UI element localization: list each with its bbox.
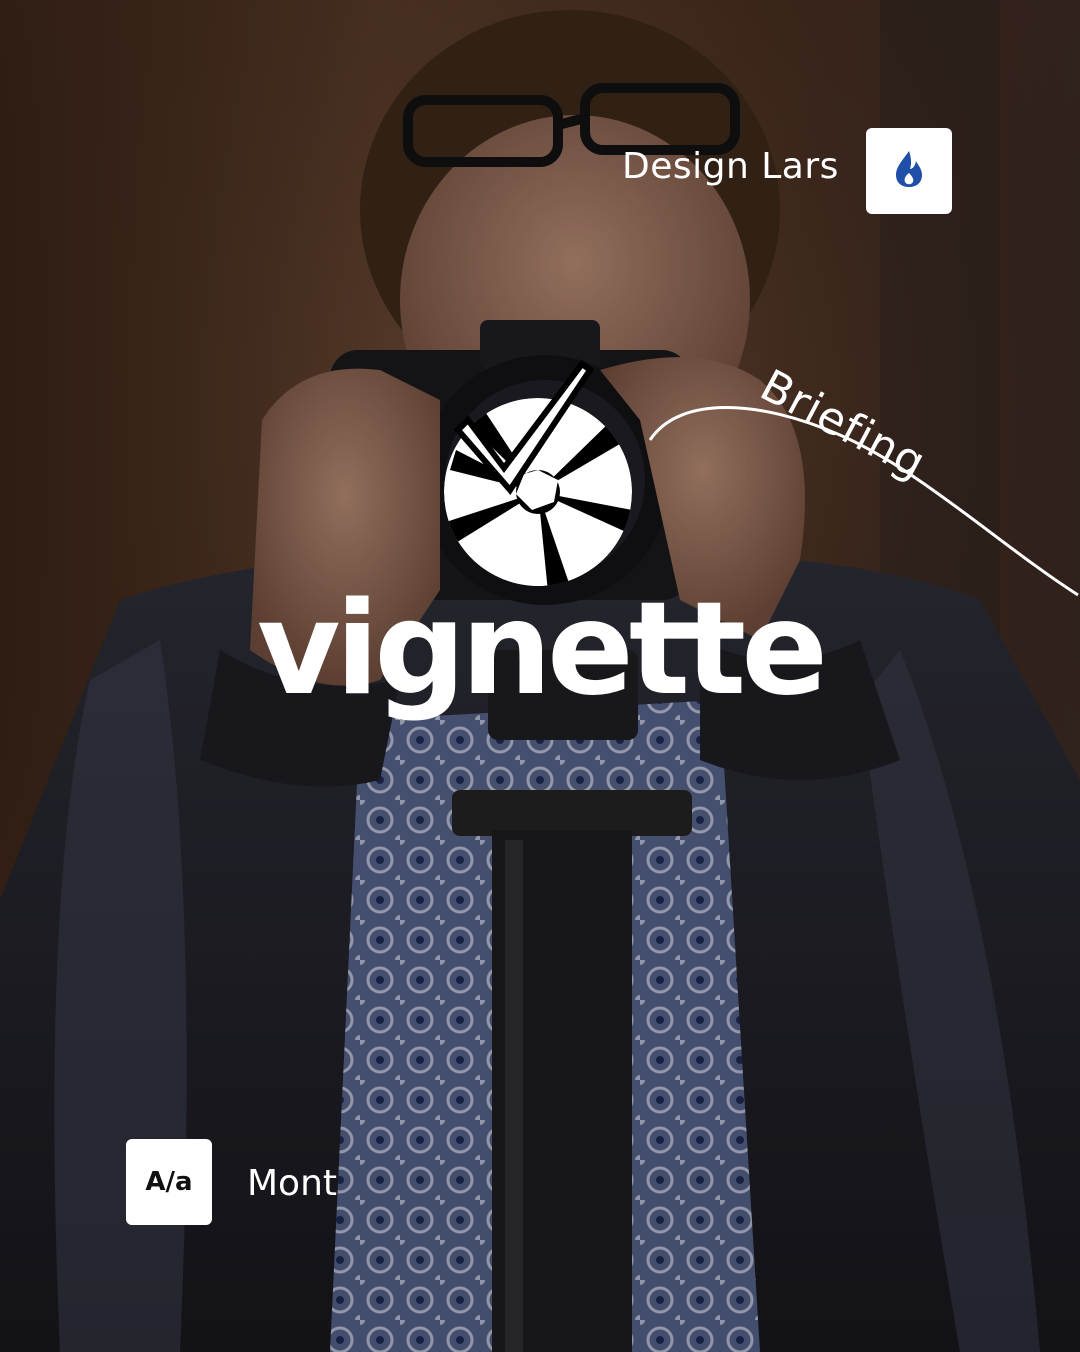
logo-wordmark: vignette <box>256 575 828 724</box>
designer-badge <box>866 128 952 214</box>
font-badge: A/a <box>126 1139 212 1225</box>
aperture-checkmark-icon <box>440 359 636 590</box>
font-sample: A/a <box>145 1167 193 1197</box>
font-name: Mont <box>247 1163 338 1204</box>
flame-icon <box>892 149 926 193</box>
poster: Design Lars Briefing vignette A/a Mont <box>0 0 1080 1352</box>
designer-name: Design Lars <box>622 146 839 187</box>
